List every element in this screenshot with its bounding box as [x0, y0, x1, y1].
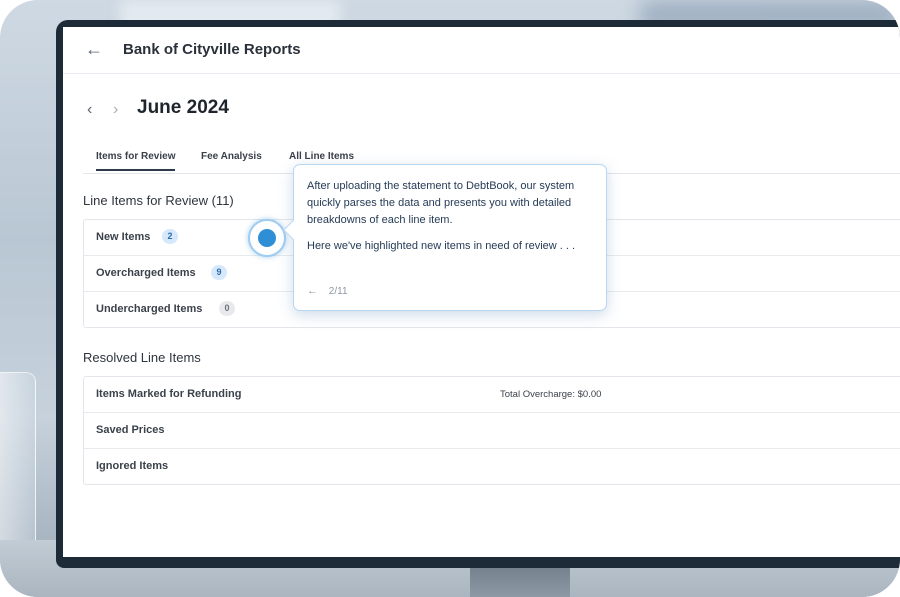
water-glass [0, 372, 36, 554]
row-label: Saved Prices [96, 424, 165, 436]
tour-step-nav: ← 2/11 [307, 285, 348, 297]
tab-items-for-review[interactable]: Items for Review [96, 151, 176, 171]
resolved-section-title: Resolved Line Items [83, 350, 201, 365]
chevron-right-icon[interactable]: › [113, 101, 118, 119]
tour-beacon[interactable] [248, 219, 286, 257]
count-badge: 2 [162, 229, 178, 244]
row-label: Items Marked for Refunding [96, 388, 242, 400]
resolved-list: Items Marked for Refunding Total Overcha… [83, 376, 900, 485]
beacon-dot [258, 229, 276, 247]
arrow-left-icon[interactable]: ← [307, 285, 318, 297]
month-navigator: ‹ › June 2024 [63, 97, 900, 127]
list-item-saved-prices[interactable]: Saved Prices [84, 413, 900, 449]
row-label: New Items [96, 231, 151, 243]
total-overcharge: Total Overcharge: $0.00 [500, 389, 602, 400]
review-section-title: Line Items for Review (11) [83, 193, 234, 208]
arrow-left-icon[interactable]: ← [85, 39, 103, 60]
list-item-marked-for-refunding[interactable]: Items Marked for Refunding Total Overcha… [84, 377, 900, 413]
count-badge: 0 [219, 301, 235, 316]
tour-step-counter: 2/11 [328, 286, 348, 297]
chevron-left-icon[interactable]: ‹ [87, 101, 92, 119]
list-item-ignored-items[interactable]: Ignored Items [84, 449, 900, 484]
tour-tooltip: After uploading the statement to DebtBoo… [283, 164, 607, 311]
top-bar: ← Bank of Cityville Reports [63, 27, 900, 74]
month-title: June 2024 [137, 97, 229, 118]
row-label: Ignored Items [96, 460, 169, 472]
row-label: Undercharged Items [96, 303, 203, 315]
row-label: Overcharged Items [96, 267, 196, 279]
tooltip-paragraph: After uploading the statement to DebtBoo… [307, 180, 575, 226]
tab-fee-analysis[interactable]: Fee Analysis [201, 151, 262, 169]
app-screen: ← Bank of Cityville Reports ‹ › June 202… [63, 27, 900, 557]
photo-background: ← Bank of Cityville Reports ‹ › June 202… [0, 0, 900, 597]
tooltip-paragraph: Here we've highlighted new items in need… [307, 240, 576, 252]
count-badge: 9 [211, 265, 227, 280]
page-title: Bank of Cityville Reports [123, 41, 301, 58]
